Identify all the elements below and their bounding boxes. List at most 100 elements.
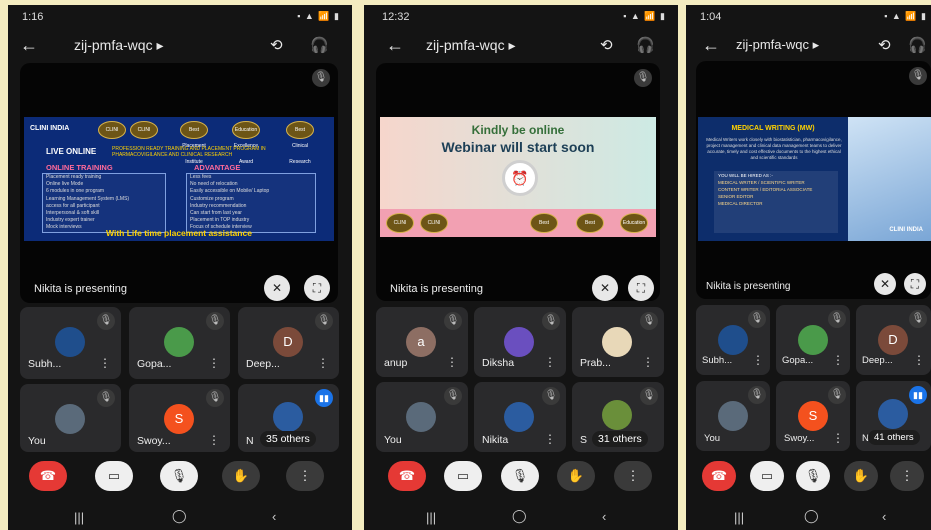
home-icon[interactable]: ◯ [172,508,187,524]
end-call-button[interactable]: ☎ [388,461,426,491]
more-options-icon[interactable]: ⋮ [832,353,844,367]
back-arrow-icon[interactable]: ← [702,35,720,56]
participant-tile[interactable]: 🎙 Prab... ⋮ [572,307,664,377]
recent-apps-icon[interactable]: ||| [426,510,436,525]
participant-tile[interactable]: 🎙 D Deep... ⋮ [856,305,931,375]
avatar [798,325,828,355]
training-item: Placement ready training [46,174,102,180]
others-count[interactable]: 41 others [868,430,920,445]
participant-tile[interactable]: 🎙 S Swoy... ⋮ [129,384,230,452]
switch-camera-icon[interactable]: ⟲ [270,36,283,54]
camera-off-button[interactable]: ▭ [95,461,133,491]
back-nav-icon[interactable]: ‹ [272,509,276,524]
more-options-button[interactable]: ⋮ [614,461,652,491]
participant-name: Gopa... [137,358,172,370]
mic-off-button[interactable]: 🎙 [160,461,198,491]
back-nav-icon[interactable]: ‹ [882,509,886,524]
more-options-icon[interactable]: ⋮ [99,356,111,370]
slide-online-training: ONLINE TRAINING [46,163,113,172]
raise-hand-button[interactable]: ✋ [844,461,878,491]
avatar: D [878,325,908,355]
slide-footer: With Life time placement assistance [106,228,252,238]
presentation-stage: 🎙 Kindly be online Webinar will start so… [376,63,660,301]
more-options-button[interactable]: ⋮ [890,461,924,491]
participant-tile[interactable]: 🎙 Diksha ⋮ [474,307,566,377]
audio-output-icon[interactable]: 🎧 [310,36,329,54]
pin-off-icon[interactable]: ✕ [874,273,896,295]
mic-off-button[interactable]: 🎙 [796,461,830,491]
participant-tile[interactable]: 🎙 Gopa... ⋮ [129,307,230,379]
presentation-slide: MEDICAL WRITING (MW) Medical Writers wor… [698,117,931,241]
role-item: SENIOR EDITOR [718,194,754,199]
back-nav-icon[interactable]: ‹ [602,509,606,524]
others-count[interactable]: 31 others [592,431,648,447]
participant-tile[interactable]: ▮▮ N 41 others [856,381,931,451]
more-options-icon[interactable]: ⋮ [208,433,220,447]
fullscreen-icon[interactable]: ⛶ [628,275,654,301]
status-icons: ▪ ▲ 📶 ▮ [623,11,666,21]
participant-tile[interactable]: 🎙 Gopa... ⋮ [776,305,850,375]
pin-off-icon[interactable]: ✕ [264,275,290,301]
mic-off-icon: 🎙 [444,387,462,405]
mic-off-button[interactable]: 🎙 [501,461,539,491]
training-item: Industry expert trainer [46,217,95,224]
participant-tile[interactable]: ▮▮ N 35 others [238,384,339,452]
participant-tile[interactable]: 🎙 a anup ⋮ [376,307,468,377]
participant-tile[interactable]: 🎙 You [376,382,468,452]
meeting-code[interactable]: zij-pmfa-wqc ▸ [74,37,164,54]
back-arrow-icon[interactable]: ← [20,35,38,56]
fullscreen-icon[interactable]: ⛶ [304,275,330,301]
participant-tile[interactable]: 🎙 S Swoy... ⋮ [776,381,850,451]
end-call-button[interactable]: ☎ [702,461,736,491]
pin-off-icon[interactable]: ✕ [592,275,618,301]
fullscreen-icon[interactable]: ⛶ [904,273,926,295]
more-options-icon[interactable]: ⋮ [642,355,654,369]
others-count[interactable]: 35 others [260,431,316,447]
recent-apps-icon[interactable]: ||| [734,510,744,525]
participant-tile[interactable]: 🎙 Nikita ⋮ [474,382,566,452]
switch-camera-icon[interactable]: ⟲ [878,36,891,54]
status-icons: ▪ ▲ 📶 ▮ [297,11,340,21]
participant-tile[interactable]: 🎙 D Deep... ⋮ [238,307,339,379]
avatar: S [164,404,194,434]
mic-off-icon: 🎙 [315,312,333,330]
raise-hand-button[interactable]: ✋ [557,461,595,491]
audio-output-icon[interactable]: 🎧 [908,36,927,54]
more-options-icon[interactable]: ⋮ [544,432,556,446]
status-time: 1:16 [22,11,44,23]
more-options-icon[interactable]: ⋮ [317,356,329,370]
audio-output-icon[interactable]: 🎧 [636,36,655,54]
more-options-icon[interactable]: ⋮ [913,353,925,367]
mic-off-icon: 🎙 [312,69,330,87]
slide-badge-band: CLINI CLINI Best Clinical Research Best … [380,209,656,237]
participant-tile[interactable]: 🎙 Subh... ⋮ [696,305,770,375]
participant-tile[interactable]: 🎙 Subh... ⋮ [20,307,121,379]
back-arrow-icon[interactable]: ← [386,35,404,56]
switch-camera-icon[interactable]: ⟲ [600,36,613,54]
meeting-code[interactable]: zij-pmfa-wqc ▸ [426,37,516,54]
raise-hand-button[interactable]: ✋ [222,461,260,491]
mic-off-icon: 🎙 [828,386,846,404]
more-options-icon[interactable]: ⋮ [544,355,556,369]
camera-off-button[interactable]: ▭ [444,461,482,491]
more-options-button[interactable]: ⋮ [286,461,324,491]
training-item: access for all participant [46,202,100,209]
meeting-code[interactable]: zij-pmfa-wqc ▸ [736,37,819,53]
home-icon[interactable]: ◯ [512,508,527,524]
more-options-icon[interactable]: ⋮ [752,353,764,367]
top-bar: ← zij-pmfa-wqc ▸ ⟲ 🎧 [364,29,678,65]
award-badge: CLINI [130,121,158,139]
end-call-button[interactable]: ☎ [29,461,67,491]
home-icon[interactable]: ◯ [804,508,819,524]
more-options-icon[interactable]: ⋮ [446,355,458,369]
camera-off-button[interactable]: ▭ [750,461,784,491]
participant-tile[interactable]: 🎙 You [20,384,121,452]
recent-apps-icon[interactable]: ||| [74,510,84,525]
participant-tile[interactable]: 🎙 You [696,381,770,451]
training-item: Interpersonal & soft skill [46,210,100,217]
more-options-icon[interactable]: ⋮ [832,431,844,445]
mic-off-icon: 🎙 [97,312,115,330]
participant-tile[interactable]: 🎙 S 31 others [572,382,664,452]
more-options-icon[interactable]: ⋮ [208,356,220,370]
participant-name: N [246,435,254,447]
